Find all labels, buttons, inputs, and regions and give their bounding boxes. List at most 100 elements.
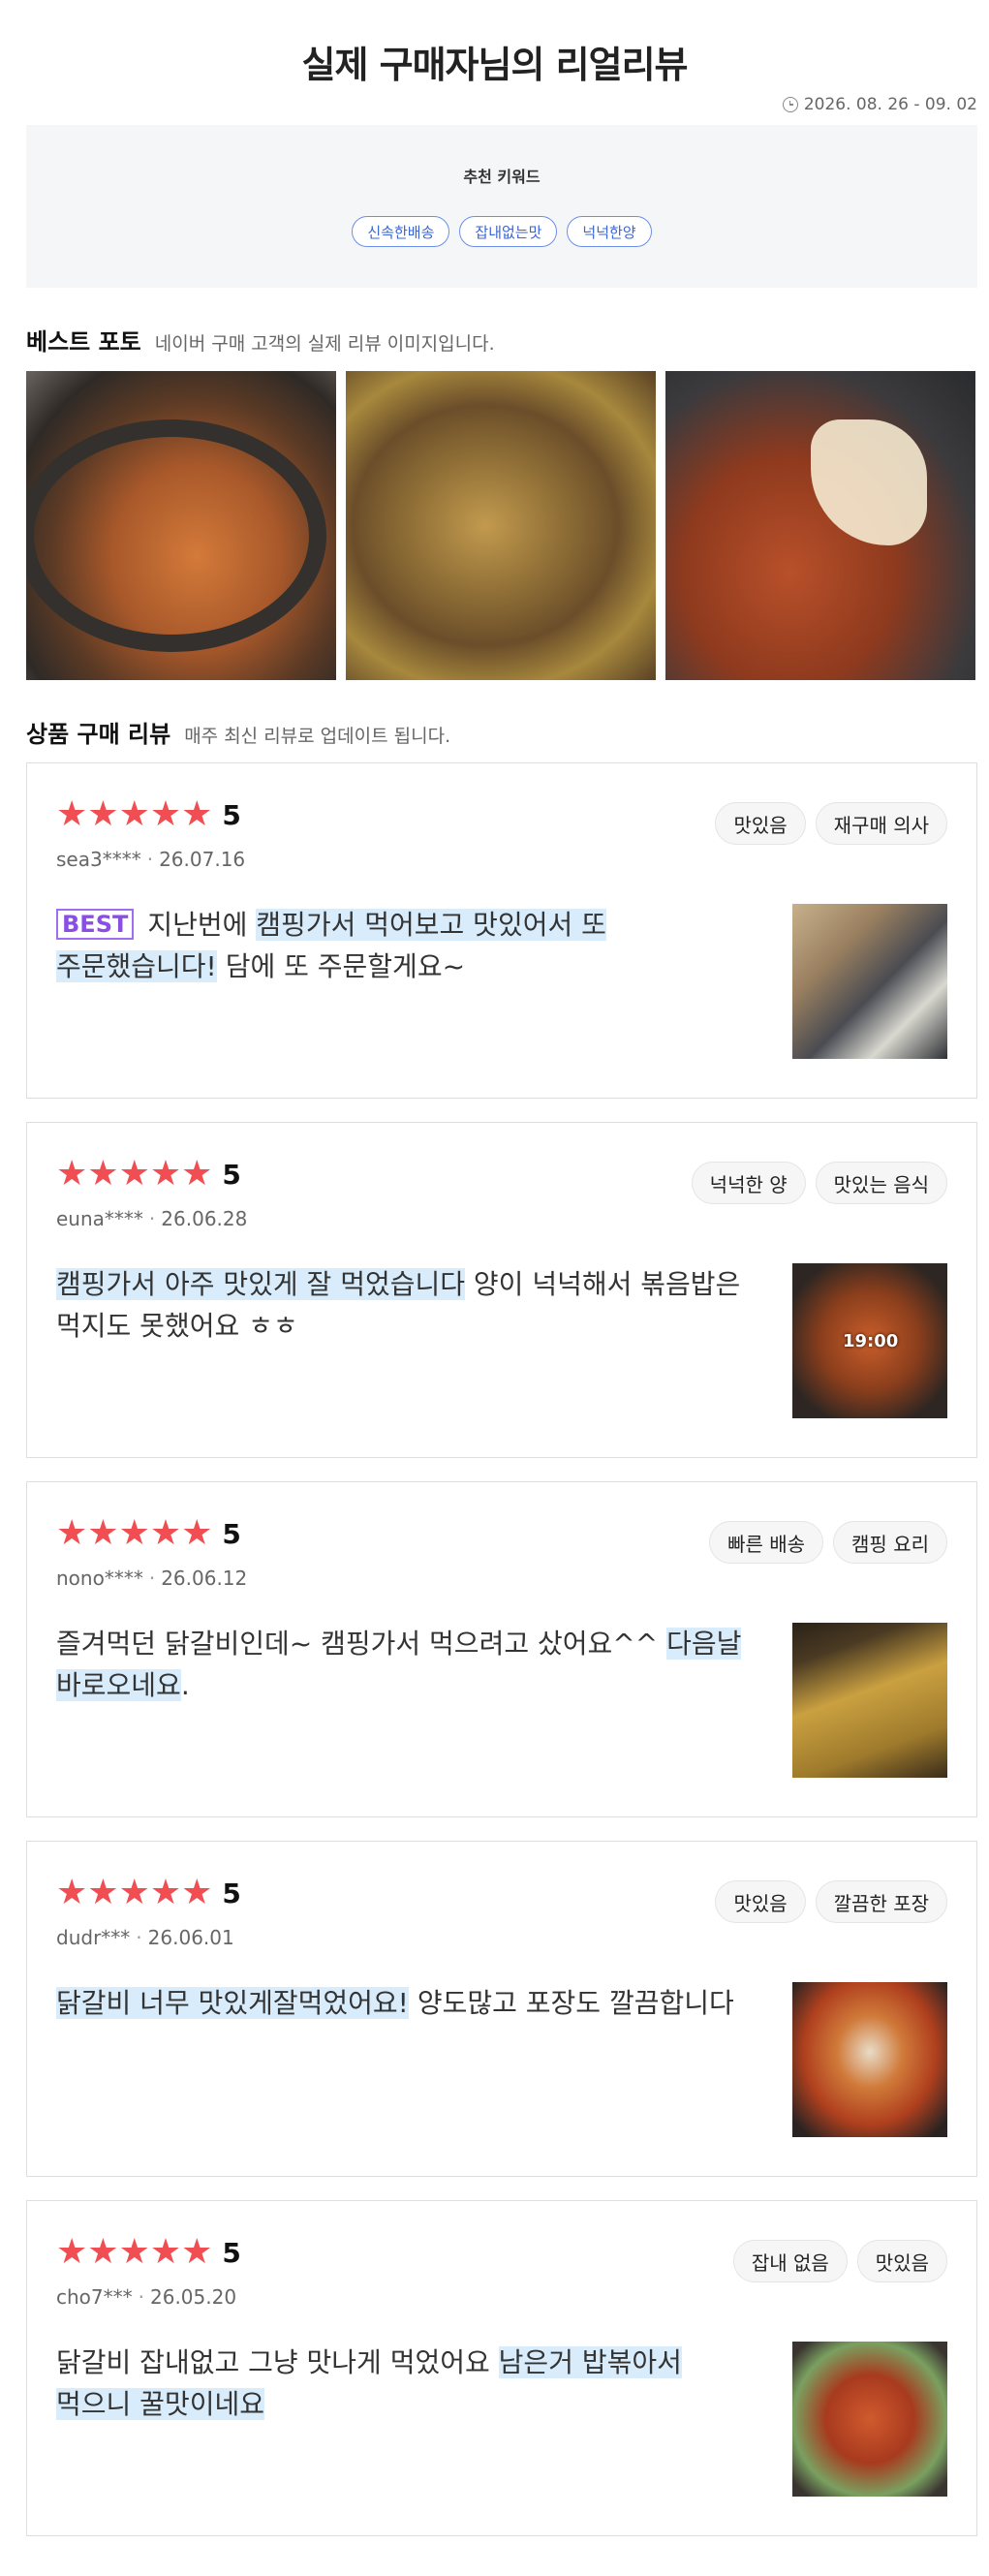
star-icon: ★ — [181, 1154, 213, 1194]
star-rating: ★ ★ ★ ★ ★ 5 — [56, 1876, 241, 1910]
review-photo-thumbnail[interactable] — [792, 904, 947, 1059]
review-tag: 재구매 의사 — [815, 802, 947, 845]
star-icon: ★ — [149, 1154, 182, 1194]
reviewer-id: euna**** — [56, 1207, 143, 1230]
review-text-highlight: 캠핑가서 아주 맛있게 잘 먹었습니다 — [56, 1268, 466, 1300]
star-icon: ★ — [149, 1513, 182, 1553]
review-text: 캠핑가서 아주 맛있게 잘 먹었습니다 양이 넉넉해서 볶음밥은 먹지도 못했어… — [56, 1263, 754, 1347]
keyword-chips: 신속한배송 잡내없는맛 넉넉한양 — [26, 216, 977, 247]
star-icon: ★ — [87, 1154, 119, 1194]
star-icon: ★ — [181, 794, 213, 834]
review-text: BEST 지난번에 캠핑가서 먹어보고 맛있어서 또 주문했습니다! 담에 또 주… — [56, 904, 754, 987]
review-text-part: 양도많고 포장도 깔끔합니다 — [408, 1987, 734, 2019]
review-photo-thumbnail[interactable] — [792, 2342, 947, 2497]
star-icon: ★ — [149, 1873, 182, 1912]
review-text-highlight: 닭갈비 너무 맛있게잘먹었어요! — [56, 1987, 409, 2019]
review-date: 26.05.20 — [150, 2285, 237, 2309]
best-photo-2[interactable] — [346, 371, 656, 680]
review-card: ★ ★ ★ ★ ★ 5 euna**** · 26.06.28 넉넉한 양 맛있는 음식 캠… — [26, 1122, 977, 1458]
review-meta: cho7*** · 26.05.20 — [56, 2285, 237, 2309]
review-tag: 캠핑 요리 — [833, 1521, 947, 1564]
review-date: 26.06.28 — [161, 1207, 248, 1230]
review-card: ★ ★ ★ ★ ★ 5 sea3**** · 26.07.16 맛있음 재구매 의사 BES… — [26, 762, 977, 1099]
review-tag: 맛있는 음식 — [815, 1162, 947, 1204]
keyword-chip[interactable]: 넉넉한양 — [567, 216, 652, 247]
best-photo-1[interactable] — [26, 371, 336, 680]
star-icon: ★ — [56, 2232, 88, 2272]
review-card: ★ ★ ★ ★ ★ 5 dudr*** · 26.06.01 맛있음 깔끔한 포장 닭갈비 … — [26, 1841, 977, 2177]
review-card: ★ ★ ★ ★ ★ 5 cho7*** · 26.05.20 잡내 없음 맛있음 닭갈비 잡… — [26, 2200, 977, 2536]
review-video-thumbnail[interactable]: 19:00 — [792, 1263, 947, 1418]
star-icon: ★ — [56, 1873, 88, 1912]
review-period: 2026. 08. 26 - 09. 02 — [782, 95, 977, 114]
star-icon: ★ — [56, 1513, 88, 1553]
review-tags: 맛있음 깔끔한 포장 — [715, 1880, 947, 1923]
star-rating: ★ ★ ★ ★ ★ 5 — [56, 1516, 241, 1551]
video-timestamp: 19:00 — [843, 1331, 899, 1351]
rating-score: 5 — [222, 1517, 241, 1550]
review-text-part: 담에 또 주문할게요~ — [216, 950, 466, 982]
best-photo-heading: 베스트 포토 — [26, 328, 141, 356]
star-icon: ★ — [118, 1513, 150, 1553]
keyword-title: 추천 키워드 — [463, 168, 541, 186]
reviews-heading: 상품 구매 리뷰 — [26, 721, 171, 748]
star-icon: ★ — [87, 1873, 119, 1912]
review-tag: 깔끔한 포장 — [815, 1880, 947, 1923]
star-icon: ★ — [118, 1154, 150, 1194]
star-icon: ★ — [181, 1513, 213, 1553]
star-icon: ★ — [118, 1873, 150, 1912]
review-text-part: 지난번에 — [147, 909, 257, 941]
review-meta: sea3**** · 26.07.16 — [56, 848, 246, 871]
keyword-chip[interactable]: 신속한배송 — [352, 216, 450, 247]
star-icon: ★ — [149, 2232, 182, 2272]
keyword-chip[interactable]: 잡내없는맛 — [459, 216, 558, 247]
review-photo-thumbnail[interactable] — [792, 1982, 947, 2137]
review-tag: 잡내 없음 — [732, 2240, 848, 2282]
star-rating: ★ ★ ★ ★ ★ 5 — [56, 797, 241, 832]
star-rating: ★ ★ ★ ★ ★ 5 — [56, 2235, 241, 2270]
review-card: ★ ★ ★ ★ ★ 5 nono**** · 26.06.12 빠른 배송 캠핑 요리 즐겨… — [26, 1481, 977, 1817]
rating-score: 5 — [222, 798, 241, 831]
review-text: 즐겨먹던 닭갈비인데~ 캠핑가서 먹으려고 샀어요^^ 다음날 바로오네요. — [56, 1623, 754, 1706]
review-text-part: . — [180, 1669, 190, 1701]
review-meta: dudr*** · 26.06.01 — [56, 1926, 234, 1949]
review-text-part: 닭갈비 잡내없고 그냥 맛나게 먹었어요 — [56, 2346, 499, 2378]
review-meta: euna**** · 26.06.28 — [56, 1207, 248, 1230]
best-badge: BEST — [56, 909, 135, 940]
keyword-panel: 추천 키워드 신속한배송 잡내없는맛 넉넉한양 — [26, 125, 977, 288]
review-text: 닭갈비 잡내없고 그냥 맛나게 먹었어요 남은거 밥볶아서 먹으니 꿀맛이네요 — [56, 2342, 754, 2425]
best-photo-3[interactable] — [665, 371, 975, 680]
best-photo-subtitle: 네이버 구매 고객의 실제 리뷰 이미지입니다. — [154, 333, 495, 355]
review-photo-thumbnail[interactable] — [792, 1623, 947, 1778]
star-icon: ★ — [181, 1873, 213, 1912]
review-tag: 맛있음 — [715, 1880, 806, 1923]
review-tags: 잡내 없음 맛있음 — [732, 2240, 947, 2282]
rating-score: 5 — [222, 1877, 241, 1909]
page-title: 실제 구매자님의 리얼리뷰 — [301, 44, 688, 86]
review-tags: 빠른 배송 캠핑 요리 — [709, 1521, 947, 1564]
reviewer-id: nono**** — [56, 1567, 143, 1590]
review-tags: 맛있음 재구매 의사 — [715, 802, 947, 845]
star-icon: ★ — [56, 794, 88, 834]
review-tag: 맛있음 — [715, 802, 806, 845]
star-icon: ★ — [149, 794, 182, 834]
star-icon: ★ — [118, 794, 150, 834]
star-icon: ★ — [87, 2232, 119, 2272]
reviewer-id: sea3**** — [56, 848, 141, 871]
star-rating: ★ ★ ★ ★ ★ 5 — [56, 1157, 241, 1192]
reviews-header: 상품 구매 리뷰 매주 최신 리뷰로 업데이트 됩니다. — [26, 715, 450, 749]
rating-score: 5 — [222, 1158, 241, 1191]
clock-icon — [782, 97, 798, 112]
star-icon: ★ — [118, 2232, 150, 2272]
rating-score: 5 — [222, 2236, 241, 2269]
review-tags: 넉넉한 양 맛있는 음식 — [691, 1162, 947, 1204]
star-icon: ★ — [87, 1513, 119, 1553]
review-meta: nono**** · 26.06.12 — [56, 1567, 248, 1590]
review-tag: 빠른 배송 — [709, 1521, 824, 1564]
review-date: 26.06.12 — [161, 1567, 248, 1590]
review-page: 실제 구매자님의 리얼리뷰 2026. 08. 26 - 09. 02 추천 키… — [0, 0, 989, 2576]
period-text: 2026. 08. 26 - 09. 02 — [803, 95, 977, 114]
review-date: 26.06.01 — [147, 1926, 234, 1949]
review-tag: 넉넉한 양 — [691, 1162, 806, 1204]
best-photo-header: 베스트 포토 네이버 구매 고객의 실제 리뷰 이미지입니다. — [26, 323, 495, 357]
